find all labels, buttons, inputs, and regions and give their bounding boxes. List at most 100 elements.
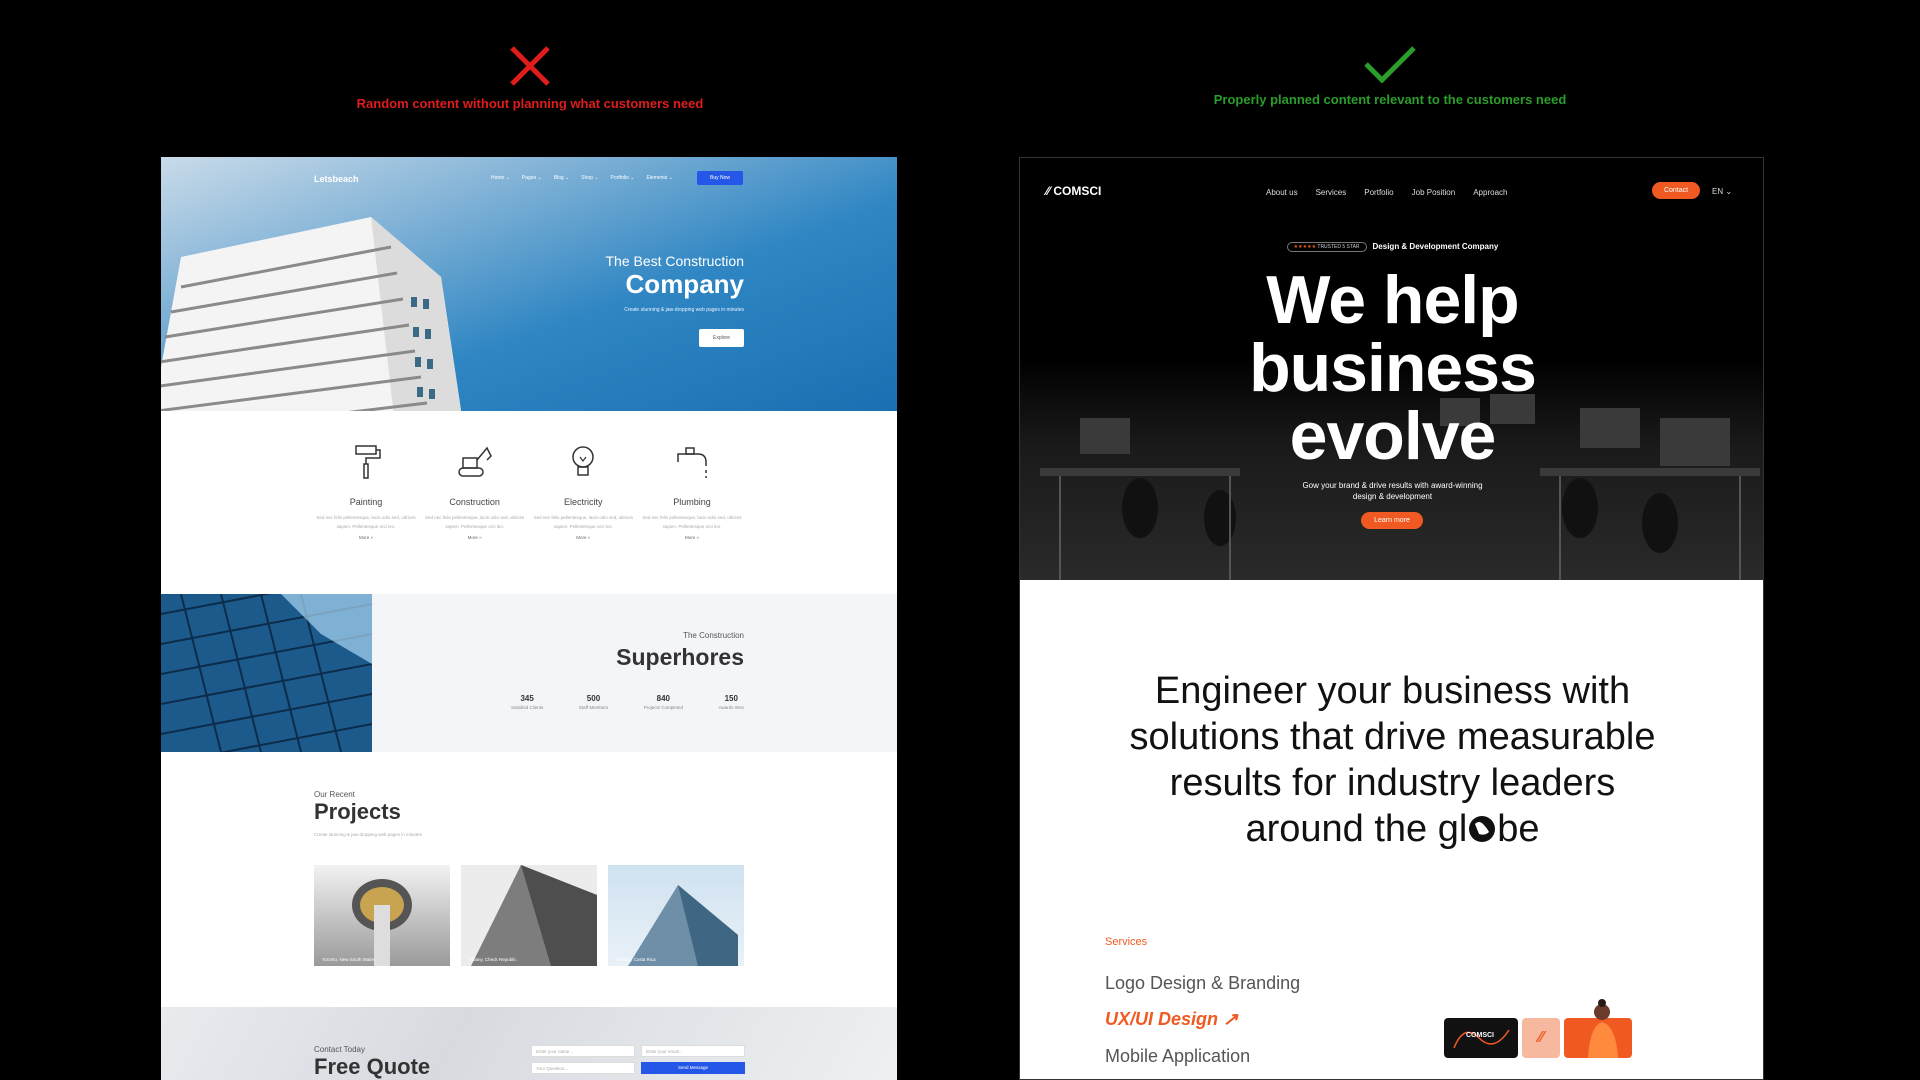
project-caption: Albany, Check Republic [469, 957, 517, 962]
project-card[interactable]: Turning, Costa Rica [608, 865, 744, 966]
stat-item: 840 Projects Completed [644, 694, 683, 710]
stat-label: Projects Completed [643, 705, 683, 710]
nav-item-blog[interactable]: Blog ⌄ [554, 175, 570, 181]
explore-button[interactable]: Explore [699, 329, 744, 347]
stats-section: The Construction Superhores 345 Satisfied… [161, 594, 897, 752]
project-card[interactable]: Toronto, New South Wales [314, 865, 450, 966]
nav-item-portfolio[interactable]: Portfolio ⌄ [611, 175, 635, 181]
service-mobile-application[interactable]: Mobile Application [1105, 1046, 1250, 1067]
name-field[interactable]: Enter your name... [531, 1045, 635, 1057]
headline-line: business [1249, 330, 1537, 406]
projects-description: Create stunning & jaw-dropping web pages… [314, 832, 422, 837]
lightbulb-icon [572, 446, 595, 476]
star-rating-icon: ★★★★★ [1293, 243, 1317, 250]
nav-item-services[interactable]: Services [1316, 188, 1347, 197]
tile-logo-text: COMSCI [1466, 1032, 1494, 1039]
service-preview-tiles: COMSCI ⁄⁄ [1444, 998, 1632, 1058]
buy-now-button[interactable]: Buy Now [697, 171, 743, 185]
nav-item-job-position[interactable]: Job Position [1412, 188, 1456, 197]
nav-item-approach[interactable]: Approach [1473, 188, 1507, 197]
service-item-plumbing: Plumbing Sed nec felis pellentesque, lac… [640, 442, 744, 540]
trust-badge: ★★★★★ TRUSTED 5 STAR [1286, 241, 1367, 252]
check-icon [1364, 46, 1416, 84]
site-logo[interactable]: Letsbeach [314, 174, 359, 184]
service-logo-design[interactable]: Logo Design & Branding [1105, 973, 1300, 994]
value-line: results for industry leaders [1169, 762, 1616, 804]
nav-item-about[interactable]: About us [1266, 188, 1298, 197]
paint-roller-icon [355, 445, 381, 479]
contact-button[interactable]: Contact [1652, 182, 1700, 199]
value-proposition: Engineer your business with solutions th… [1080, 668, 1705, 852]
question-field[interactable]: Your Question... [531, 1062, 635, 1074]
stat-label: Satisfied Clients [511, 705, 544, 710]
service-text: Sed nec felis pellentesque, lacin odio s… [642, 515, 742, 529]
nav-menu: Home ⌄ Pages ⌄ Blog ⌄ Shop ⌄ Portfolio ⌄… [491, 175, 673, 181]
site-logo[interactable]: ⁄⁄ COMSCI [1046, 184, 1101, 198]
nav-item-home[interactable]: Home ⌄ [491, 175, 510, 181]
bad-example-website: Letsbeach Home ⌄ Pages ⌄ Blog ⌄ Shop ⌄ P… [161, 157, 897, 1080]
service-item-painting: Painting Sed nec felis pellentesque, lac… [314, 442, 418, 540]
stat-label: Awards Won [718, 705, 744, 710]
badge-text: TRUSTED 5 STAR [1317, 243, 1360, 250]
top-nav: Letsbeach Home ⌄ Pages ⌄ Blog ⌄ Shop ⌄ P… [161, 157, 897, 205]
value-text: around the gl [1245, 808, 1468, 850]
person-image [1588, 999, 1618, 1058]
hero-description: Gow your brand & drive results with awar… [1020, 480, 1763, 502]
hero-subtitle: The Best Construction [605, 253, 744, 269]
language-selector[interactable]: EN ⌄ [1712, 187, 1732, 196]
headline-line: We help [1266, 262, 1519, 338]
project-caption: Toronto, New South Wales [322, 957, 376, 962]
service-text: Sed nec felis pellentesque, lacin odio s… [316, 515, 416, 529]
learn-more-button[interactable]: Learn more [1361, 512, 1423, 529]
description-line: design & development [1352, 492, 1433, 501]
building-image [161, 217, 462, 411]
nav-item-elements[interactable]: Elements ⌄ [646, 175, 672, 181]
service-more-link[interactable]: More » [423, 535, 527, 540]
service-item-electricity: Electricity Sed nec felis pellentesque, … [531, 442, 635, 540]
stat-value: 500 [586, 694, 601, 703]
stat-value: 345 [520, 694, 534, 703]
hero-title: Company [625, 269, 744, 299]
service-ux-ui-design[interactable]: UX/UI Design ↗ [1105, 1009, 1238, 1030]
stats-title: Superhores [616, 644, 744, 670]
services-section: Painting Sed nec felis pellentesque, lac… [314, 442, 744, 540]
service-name: Painting [349, 497, 383, 507]
value-line: around the gl be [1080, 806, 1705, 852]
person-tile [1564, 998, 1632, 1058]
project-card[interactable]: Albany, Check Republic [461, 865, 597, 966]
project-cards: Toronto, New South Wales Albany, Check R… [314, 865, 744, 966]
stat-value: 150 [724, 694, 738, 703]
brand-tile: COMSCI [1444, 1018, 1518, 1058]
send-message-button[interactable]: Send Message [641, 1062, 745, 1074]
stat-item: 345 Satisfied Clients [511, 694, 543, 710]
icon-tile: ⁄⁄ [1522, 1018, 1560, 1058]
services-label: Services [1105, 936, 1148, 948]
project-caption: Turning, Costa Rica [616, 957, 656, 962]
projects-title: Projects [314, 799, 401, 824]
headline-line: evolve [1289, 398, 1497, 474]
service-name: Construction [449, 497, 500, 507]
nav-item-pages[interactable]: Pages ⌄ [522, 175, 542, 181]
service-item-construction: Construction Sed nec felis pellentesque,… [423, 442, 527, 540]
service-text: Sed nec felis pellentesque, lacin odio s… [425, 515, 525, 529]
badge-row: ★★★★★ TRUSTED 5 STAR Design & Development… [1020, 238, 1763, 256]
service-name: Plumbing [673, 497, 711, 507]
service-more-link[interactable]: More » [640, 535, 744, 540]
faucet-icon [677, 447, 707, 478]
description-line: Gow your brand & drive results with awar… [1302, 481, 1483, 490]
company-type-label: Design & Development Company [1372, 242, 1499, 252]
service-more-link[interactable]: More » [314, 535, 418, 540]
hero-headline: We help business evolve [1020, 262, 1763, 474]
stat-item: 150 Awards Won [719, 694, 744, 710]
globe-icon [1469, 816, 1496, 842]
service-more-link[interactable]: More » [531, 535, 635, 540]
value-text: be [1497, 808, 1540, 850]
contact-subtitle: Contact Today [314, 1045, 365, 1054]
hero-section: Letsbeach Home ⌄ Pages ⌄ Blog ⌄ Shop ⌄ P… [161, 157, 897, 411]
nav-item-shop[interactable]: Shop ⌄ [581, 175, 598, 181]
value-line: Engineer your business with [1154, 670, 1631, 712]
stat-label: Staff Members [578, 705, 609, 710]
logo-text: COMSCI [1053, 184, 1102, 198]
email-field[interactable]: Enter your email... [641, 1045, 745, 1057]
nav-item-portfolio[interactable]: Portfolio [1364, 188, 1393, 197]
